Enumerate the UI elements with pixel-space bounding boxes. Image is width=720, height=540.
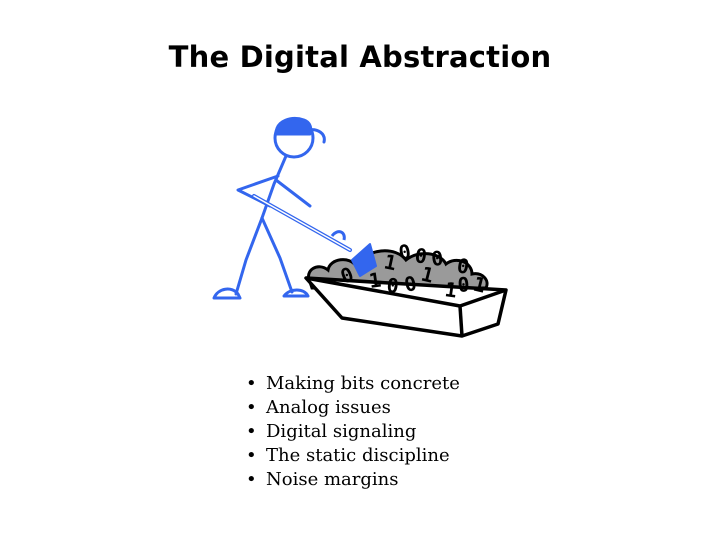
bullet-text: Noise margins — [266, 469, 399, 490]
bullet-item: • Making bits concrete — [246, 372, 460, 396]
bullet-text: Making bits concrete — [266, 373, 460, 394]
stick-figure-shoveling-bits-icon: 1 1 0 0 0 0 1 1 0 0 1 0 1 0 — [212, 117, 508, 338]
bullet-text: Digital signaling — [266, 421, 417, 442]
bullet-item: • The static discipline — [246, 444, 460, 468]
bullet-glyph: • — [246, 469, 257, 490]
bullet-text: Analog issues — [266, 397, 391, 418]
bullet-list: • Making bits concrete • Analog issues •… — [246, 372, 460, 492]
bullet-glyph: • — [246, 373, 257, 394]
shovel-icon — [252, 194, 377, 277]
bullet-item: • Noise margins — [246, 468, 460, 492]
bullet-glyph: • — [246, 421, 257, 442]
bit: 0 — [385, 273, 399, 298]
bullet-glyph: • — [246, 397, 257, 418]
bit: 0 — [457, 272, 471, 297]
bullet-item: • Digital signaling — [246, 420, 460, 444]
bullet-text: The static discipline — [266, 445, 450, 466]
bullet-glyph: • — [246, 445, 257, 466]
stick-figure-icon — [212, 117, 326, 300]
bullet-item: • Analog issues — [246, 396, 460, 420]
slide-title: The Digital Abstraction — [168, 40, 552, 74]
slide: The Digital Abstraction 1 1 0 0 0 0 1 1 … — [0, 0, 720, 540]
